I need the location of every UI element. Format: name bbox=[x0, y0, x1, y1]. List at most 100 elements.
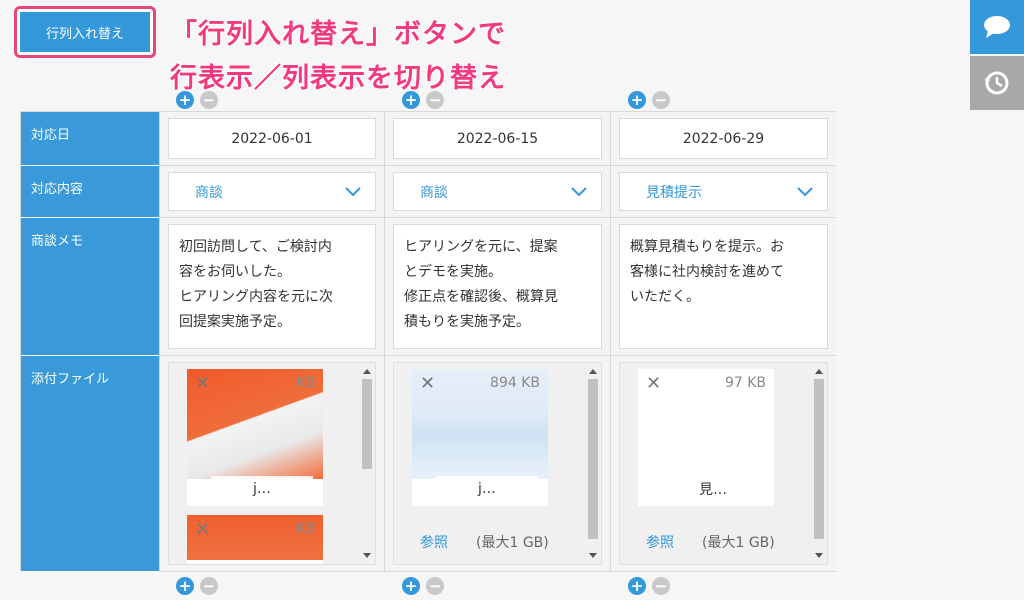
swap-rows-columns-button[interactable]: 行列入れ替え bbox=[20, 12, 150, 52]
scrollbar[interactable] bbox=[585, 363, 601, 564]
memo-cell-1: 初回訪問して、ご検討内 容をお伺いした。 ヒアリング内容を元に次 回提案実施予定… bbox=[159, 218, 384, 356]
file-card[interactable]: ✕ KB bbox=[187, 515, 323, 564]
memo-textarea[interactable]: 初回訪問して、ご検討内 容をお伺いした。 ヒアリング内容を元に次 回提案実施予定… bbox=[168, 224, 376, 349]
file-cell-1: ✕ KB j… ✕ KB bbox=[159, 356, 384, 572]
remove-file-icon[interactable]: ✕ bbox=[646, 373, 661, 394]
record-table: 対応日 2022-06-01 2022-06-15 2022-06-29 対応内… bbox=[20, 111, 836, 572]
browse-link[interactable]: 参照 bbox=[420, 532, 448, 552]
scroll-up-arrow[interactable] bbox=[589, 369, 597, 374]
scroll-up-arrow[interactable] bbox=[363, 369, 371, 374]
comment-button[interactable] bbox=[970, 0, 1024, 54]
memo-textarea[interactable]: ヒアリングを元に、提案 とデモを実施。 修正点を確認後、概算見 積もりを実施予定… bbox=[393, 224, 602, 349]
max-size-note: (最大1 GB) bbox=[476, 535, 549, 551]
remove-column-button[interactable]: − bbox=[426, 577, 444, 595]
file-cell-3: ✕ 97 KB 見… 参照 (最大1 GB) bbox=[610, 356, 836, 572]
row-header-date: 対応日 bbox=[21, 112, 159, 166]
add-column-button[interactable]: + bbox=[176, 577, 194, 595]
memo-line: 回提案実施予定。 bbox=[179, 314, 291, 330]
annotation-line-2: 行表示／列表示を切り替え bbox=[170, 63, 506, 94]
row-header-memo: 商談メモ bbox=[21, 218, 159, 356]
file-upload-row: 参照 (最大1 GB) bbox=[420, 532, 549, 552]
remove-column-button[interactable]: − bbox=[200, 577, 218, 595]
memo-cell-2: ヒアリングを元に、提案 とデモを実施。 修正点を確認後、概算見 積もりを実施予定… bbox=[384, 218, 610, 356]
memo-line: 初回訪問して、ご検討内 bbox=[179, 239, 332, 255]
add-column-button[interactable]: + bbox=[176, 91, 194, 109]
memo-line: いただく。 bbox=[630, 289, 700, 305]
memo-line: 修正点を確認後、概算見 bbox=[404, 289, 558, 305]
row-header-content: 対応内容 bbox=[21, 166, 159, 218]
date-field[interactable]: 2022-06-29 bbox=[619, 118, 828, 159]
content-dropdown-value: 商談 bbox=[195, 184, 223, 201]
memo-line: とデモを実施。 bbox=[404, 264, 502, 280]
column-2-controls-bottom: + − bbox=[402, 577, 444, 595]
file-card[interactable]: ✕ 894 KB j… bbox=[412, 369, 548, 506]
add-column-button[interactable]: + bbox=[402, 91, 420, 109]
add-column-button[interactable]: + bbox=[402, 577, 420, 595]
content-cell-2: 商談 bbox=[384, 166, 610, 218]
remove-file-icon[interactable]: ✕ bbox=[195, 519, 210, 540]
chevron-down-icon bbox=[797, 186, 813, 196]
annotation-line-1: 「行列入れ替え」ボタンで bbox=[170, 19, 506, 50]
memo-line: ヒアリング内容を元に次 bbox=[179, 289, 333, 305]
comment-icon bbox=[984, 16, 1010, 38]
file-cell-2: ✕ 894 KB j… 参照 (最大1 GB) bbox=[384, 356, 610, 572]
file-size: 894 KB bbox=[490, 375, 540, 391]
content-dropdown-value: 見積提示 bbox=[646, 184, 702, 201]
file-name: j… bbox=[436, 476, 538, 502]
date-cell-2: 2022-06-15 bbox=[384, 112, 610, 166]
file-size: KB bbox=[296, 521, 315, 537]
content-dropdown[interactable]: 見積提示 bbox=[619, 172, 828, 211]
column-3-controls-bottom: + − bbox=[628, 577, 670, 595]
browse-link[interactable]: 参照 bbox=[646, 532, 674, 552]
column-2-controls-top: + − bbox=[402, 91, 444, 109]
remove-column-button[interactable]: − bbox=[426, 91, 444, 109]
remove-column-button[interactable]: − bbox=[652, 91, 670, 109]
history-button[interactable] bbox=[970, 56, 1024, 110]
history-icon bbox=[985, 71, 1009, 95]
file-card[interactable]: ✕ KB j… bbox=[187, 369, 323, 506]
content-dropdown[interactable]: 商談 bbox=[168, 172, 376, 211]
date-cell-1: 2022-06-01 bbox=[159, 112, 384, 166]
remove-column-button[interactable]: − bbox=[652, 577, 670, 595]
column-3-controls-top: + − bbox=[628, 91, 670, 109]
file-card[interactable]: ✕ 97 KB 見… bbox=[638, 369, 774, 506]
scroll-down-arrow[interactable] bbox=[363, 553, 371, 558]
date-field[interactable]: 2022-06-15 bbox=[393, 118, 602, 159]
add-column-button[interactable]: + bbox=[628, 577, 646, 595]
memo-line: ヒアリングを元に、提案 bbox=[404, 239, 558, 255]
content-dropdown-value: 商談 bbox=[420, 184, 448, 201]
content-cell-1: 商談 bbox=[159, 166, 384, 218]
scroll-up-arrow[interactable] bbox=[815, 369, 823, 374]
file-list: ✕ KB j… ✕ KB bbox=[168, 362, 376, 565]
memo-line: 容をお伺いした。 bbox=[179, 264, 291, 280]
date-cell-3: 2022-06-29 bbox=[610, 112, 836, 166]
memo-line: 概算見積もりを提示。お bbox=[630, 239, 784, 255]
file-name: 見… bbox=[662, 476, 764, 502]
max-size-note: (最大1 GB) bbox=[702, 535, 775, 551]
file-list: ✕ 97 KB 見… 参照 (最大1 GB) bbox=[619, 362, 828, 565]
add-column-button[interactable]: + bbox=[628, 91, 646, 109]
chevron-down-icon bbox=[571, 186, 587, 196]
memo-line: 積もりを実施予定。 bbox=[404, 314, 530, 330]
column-1-controls-bottom: + − bbox=[176, 577, 218, 595]
date-field[interactable]: 2022-06-01 bbox=[168, 118, 376, 159]
memo-textarea[interactable]: 概算見積もりを提示。お 客様に社内検討を進めて いただく。 bbox=[619, 224, 828, 349]
remove-column-button[interactable]: − bbox=[200, 91, 218, 109]
file-size: KB bbox=[296, 375, 315, 391]
content-cell-3: 見積提示 bbox=[610, 166, 836, 218]
scroll-down-arrow[interactable] bbox=[589, 553, 597, 558]
remove-file-icon[interactable]: ✕ bbox=[195, 373, 210, 394]
scrollbar[interactable] bbox=[811, 363, 827, 564]
memo-line: 客様に社内検討を進めて bbox=[630, 264, 784, 280]
remove-file-icon[interactable]: ✕ bbox=[420, 373, 435, 394]
scroll-thumb[interactable] bbox=[588, 379, 598, 539]
file-size: 97 KB bbox=[724, 375, 766, 391]
scroll-thumb[interactable] bbox=[814, 379, 824, 539]
memo-cell-3: 概算見積もりを提示。お 客様に社内検討を進めて いただく。 bbox=[610, 218, 836, 356]
scroll-down-arrow[interactable] bbox=[815, 553, 823, 558]
scroll-thumb[interactable] bbox=[362, 379, 372, 469]
column-1-controls-top: + − bbox=[176, 91, 218, 109]
content-dropdown[interactable]: 商談 bbox=[393, 172, 602, 211]
scrollbar[interactable] bbox=[359, 363, 375, 564]
file-list: ✕ 894 KB j… 参照 (最大1 GB) bbox=[393, 362, 602, 565]
